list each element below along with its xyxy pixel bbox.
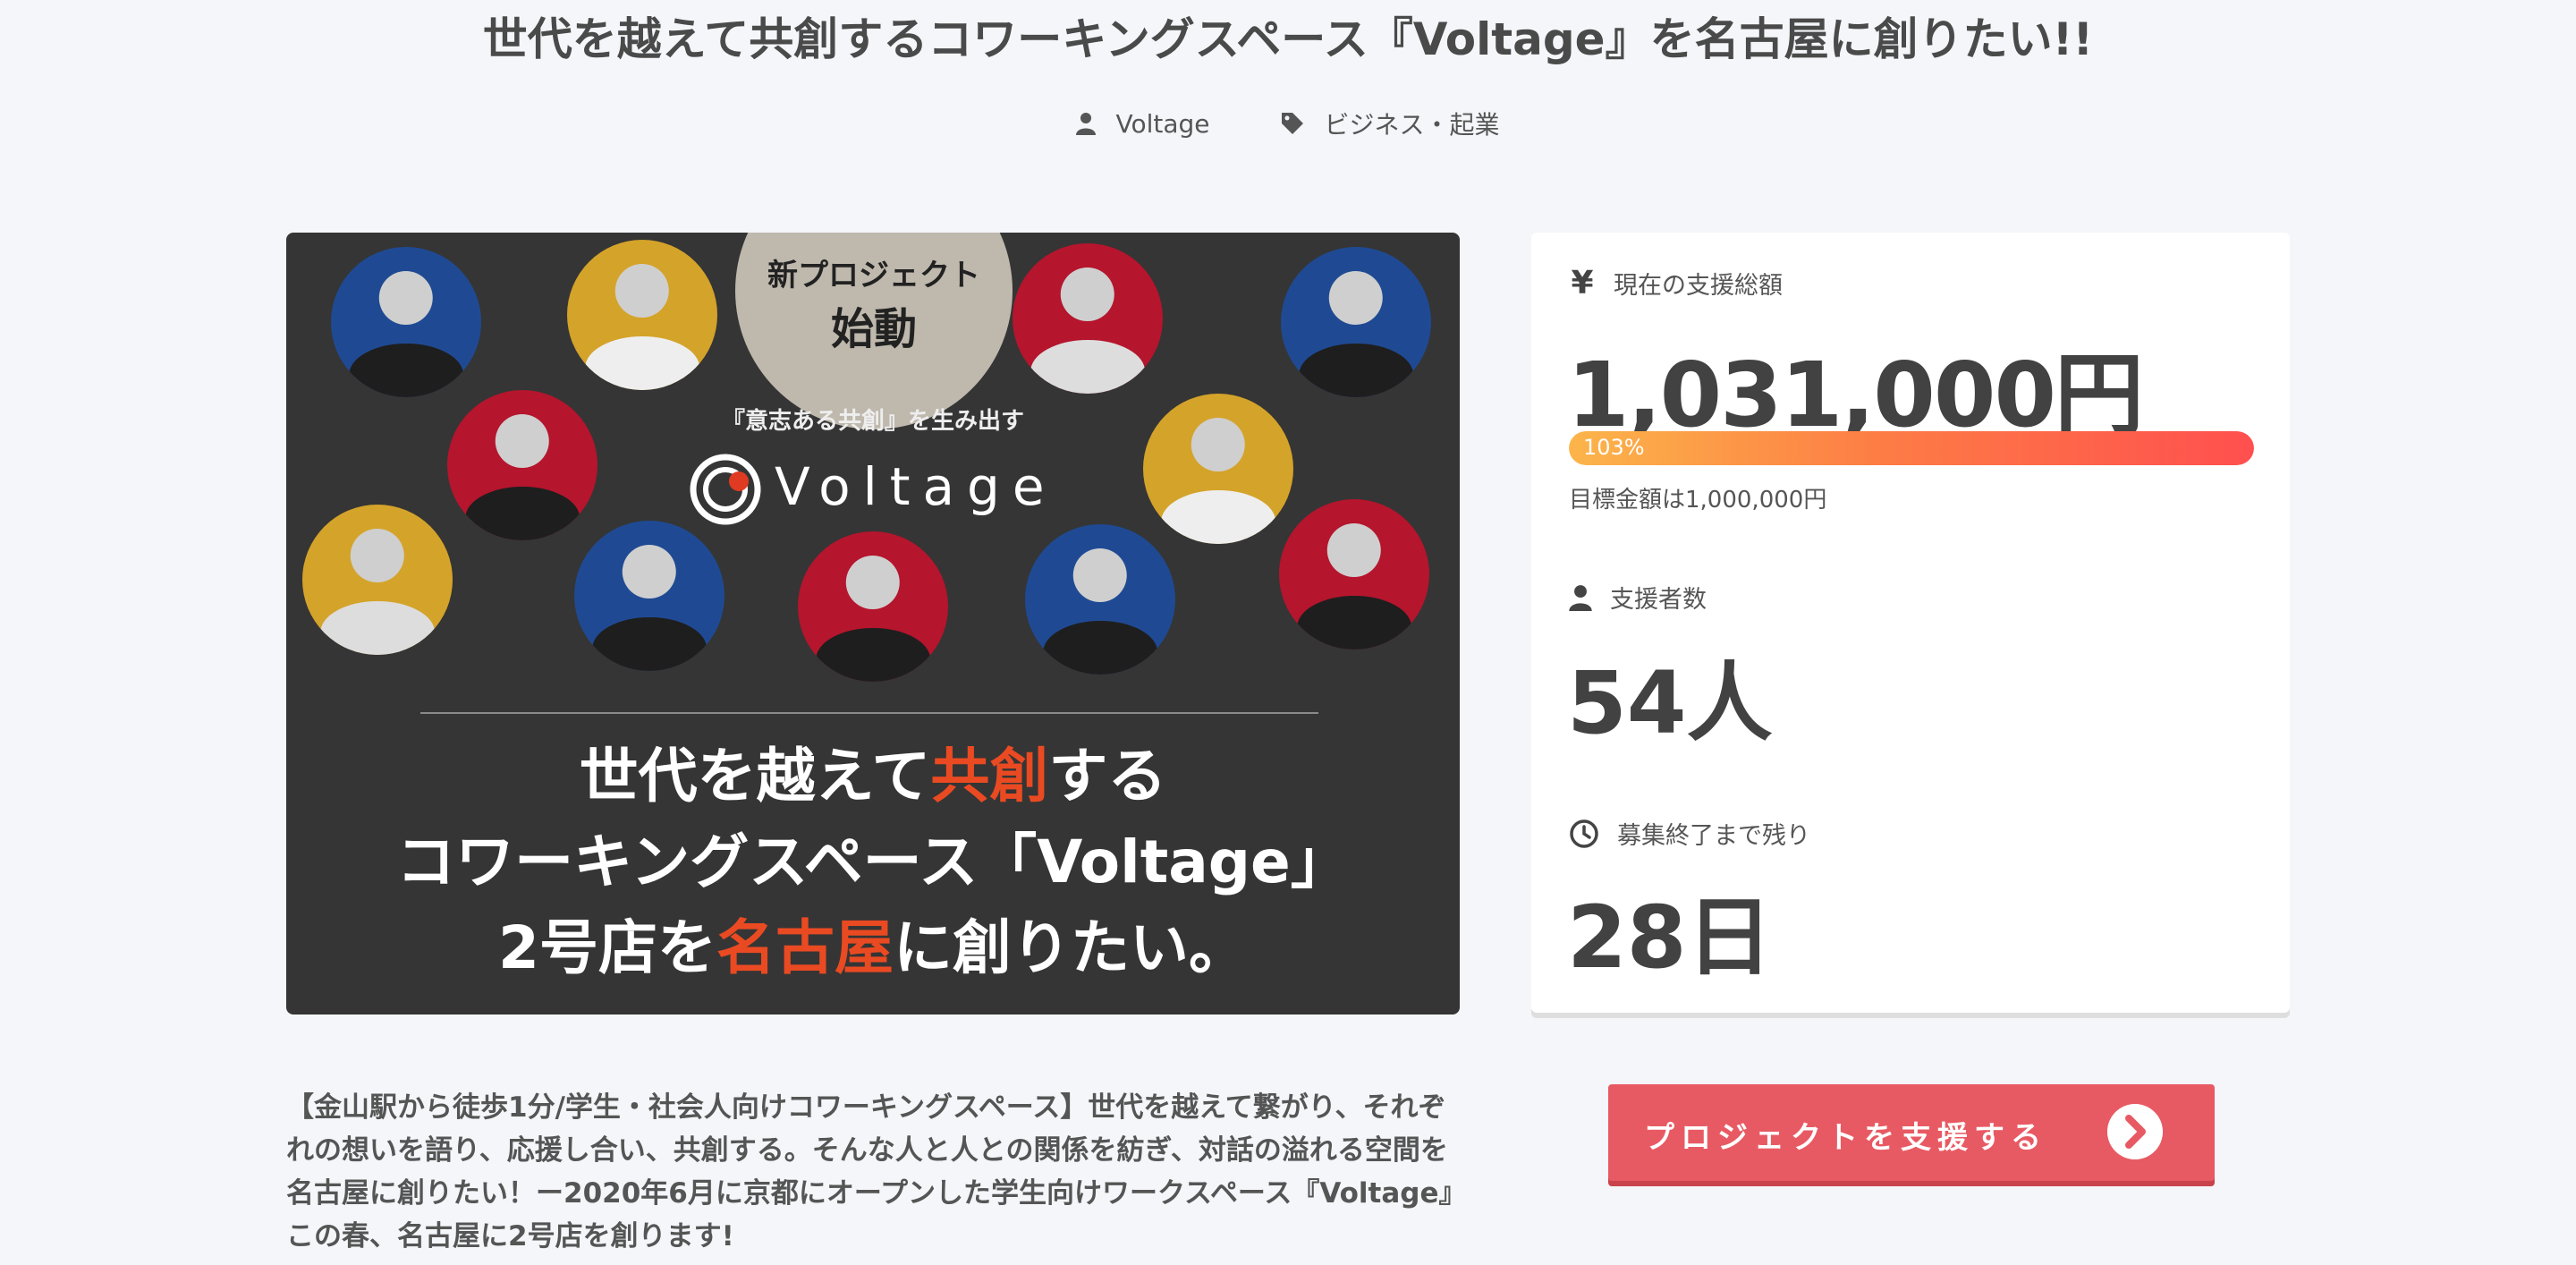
clock-icon bbox=[1570, 819, 1598, 848]
voltage-logo-icon bbox=[690, 454, 761, 525]
hero-tagline: 『意志ある共創』を生み出す bbox=[721, 408, 1024, 435]
logo-text: Voltage bbox=[775, 456, 1057, 517]
chevron-right-icon bbox=[2107, 1104, 2163, 1159]
support-button-label: プロジェクトを支援する bbox=[1644, 1120, 2047, 1156]
category-name: ビジネス・起業 bbox=[1324, 110, 1500, 140]
yen-icon: ¥ bbox=[1571, 265, 1594, 301]
tag-icon bbox=[1281, 113, 1303, 134]
project-summary: 【金山駅から徒歩1分/学生・社会人向けコワーキングスペース】世代を越えて繋がり、… bbox=[286, 1091, 1467, 1252]
member-photo bbox=[798, 531, 948, 682]
user-icon bbox=[1569, 584, 1592, 611]
member-photo bbox=[574, 521, 724, 671]
project-main-image: 新プロジェクト 始動 『意志ある共創』を生み出す Voltage 世代を越えて共… bbox=[286, 233, 1460, 1015]
new-project-badge: 新プロジェクト 始動 bbox=[735, 233, 1013, 429]
backers-label: 支援者数 bbox=[1569, 580, 1707, 615]
progress-percent: 103% bbox=[1583, 435, 1645, 460]
amount-label: ¥ 現在の支援総額 bbox=[1569, 265, 1783, 301]
project-meta: Voltage ビジネス・起業 bbox=[0, 106, 2576, 141]
funding-stats-card: ¥ 現在の支援総額 1,031,000円 103% 目標金額は1,000,000… bbox=[1531, 233, 2290, 1013]
member-photo bbox=[1025, 524, 1175, 675]
page-title: 世代を越えて共創するコワーキングスペース『Voltage』を名古屋に創りたい!! bbox=[482, 13, 2094, 65]
hero-headline: 世代を越えて共創する コワーキングスペース「Voltage」 2号店を名古屋に創… bbox=[396, 742, 1350, 982]
progress-fill bbox=[1569, 431, 2254, 465]
voltage-logo: Voltage bbox=[689, 447, 1064, 528]
user-icon bbox=[1076, 113, 1097, 135]
hero-divider bbox=[420, 712, 1318, 714]
member-photo bbox=[1013, 243, 1163, 394]
funding-progress-bar: 103% bbox=[1569, 431, 2254, 465]
member-photo bbox=[1279, 499, 1429, 649]
member-photo bbox=[331, 247, 481, 397]
owner-name: Voltage bbox=[1115, 108, 1210, 139]
remaining-label: 募集終了まで残り bbox=[1569, 816, 1810, 851]
owner-link[interactable]: Voltage bbox=[1076, 106, 1210, 141]
days-remaining: 28日 bbox=[1567, 887, 1773, 988]
member-photo bbox=[302, 505, 453, 655]
backers-count: 54人 bbox=[1567, 653, 1773, 753]
member-photo bbox=[1281, 247, 1431, 397]
support-project-button[interactable]: プロジェクトを支援する bbox=[1608, 1084, 2215, 1181]
member-photo bbox=[567, 240, 717, 390]
goal-amount: 目標金額は1,000,000円 bbox=[1569, 487, 1827, 514]
category-link[interactable]: ビジネス・起業 bbox=[1280, 106, 1500, 141]
